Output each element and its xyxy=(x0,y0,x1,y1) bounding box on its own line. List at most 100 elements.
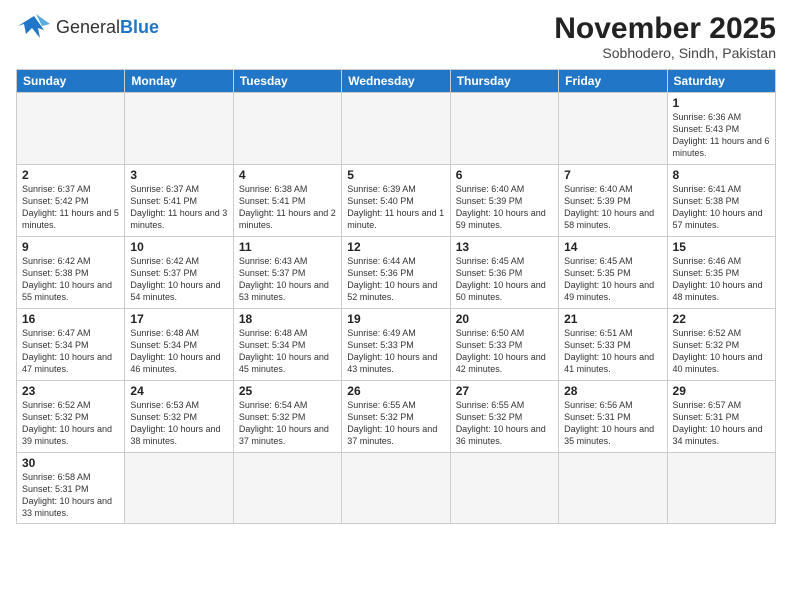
table-row xyxy=(233,453,341,524)
calendar-week-row: 9Sunrise: 6:42 AMSunset: 5:38 PMDaylight… xyxy=(17,237,776,309)
table-row xyxy=(450,453,558,524)
calendar-week-row: 1Sunrise: 6:36 AMSunset: 5:43 PMDaylight… xyxy=(17,93,776,165)
table-row: 19Sunrise: 6:49 AMSunset: 5:33 PMDayligh… xyxy=(342,309,450,381)
calendar-week-row: 16Sunrise: 6:47 AMSunset: 5:34 PMDayligh… xyxy=(17,309,776,381)
table-row: 9Sunrise: 6:42 AMSunset: 5:38 PMDaylight… xyxy=(17,237,125,309)
day-number: 2 xyxy=(22,168,119,182)
day-number: 7 xyxy=(564,168,661,182)
table-row xyxy=(342,93,450,165)
day-number: 23 xyxy=(22,384,119,398)
table-row: 30Sunrise: 6:58 AMSunset: 5:31 PMDayligh… xyxy=(17,453,125,524)
day-number: 16 xyxy=(22,312,119,326)
table-row: 28Sunrise: 6:56 AMSunset: 5:31 PMDayligh… xyxy=(559,381,667,453)
table-row: 2Sunrise: 6:37 AMSunset: 5:42 PMDaylight… xyxy=(17,165,125,237)
table-row xyxy=(559,453,667,524)
table-row xyxy=(17,93,125,165)
day-info: Sunrise: 6:36 AMSunset: 5:43 PMDaylight:… xyxy=(673,111,770,160)
day-number: 26 xyxy=(347,384,444,398)
day-info: Sunrise: 6:48 AMSunset: 5:34 PMDaylight:… xyxy=(239,327,336,376)
table-row: 27Sunrise: 6:55 AMSunset: 5:32 PMDayligh… xyxy=(450,381,558,453)
calendar-header-row: Sunday Monday Tuesday Wednesday Thursday… xyxy=(17,70,776,93)
table-row: 6Sunrise: 6:40 AMSunset: 5:39 PMDaylight… xyxy=(450,165,558,237)
day-number: 8 xyxy=(673,168,770,182)
day-info: Sunrise: 6:47 AMSunset: 5:34 PMDaylight:… xyxy=(22,327,119,376)
table-row xyxy=(125,93,233,165)
day-info: Sunrise: 6:42 AMSunset: 5:38 PMDaylight:… xyxy=(22,255,119,304)
day-number: 13 xyxy=(456,240,553,254)
day-info: Sunrise: 6:40 AMSunset: 5:39 PMDaylight:… xyxy=(564,183,661,232)
day-number: 27 xyxy=(456,384,553,398)
table-row: 12Sunrise: 6:44 AMSunset: 5:36 PMDayligh… xyxy=(342,237,450,309)
table-row: 5Sunrise: 6:39 AMSunset: 5:40 PMDaylight… xyxy=(342,165,450,237)
day-info: Sunrise: 6:37 AMSunset: 5:42 PMDaylight:… xyxy=(22,183,119,232)
title-block: November 2025 Sobhodero, Sindh, Pakistan xyxy=(554,12,776,61)
table-row: 21Sunrise: 6:51 AMSunset: 5:33 PMDayligh… xyxy=(559,309,667,381)
day-info: Sunrise: 6:43 AMSunset: 5:37 PMDaylight:… xyxy=(239,255,336,304)
table-row: 1Sunrise: 6:36 AMSunset: 5:43 PMDaylight… xyxy=(667,93,775,165)
day-number: 3 xyxy=(130,168,227,182)
day-number: 9 xyxy=(22,240,119,254)
day-info: Sunrise: 6:45 AMSunset: 5:35 PMDaylight:… xyxy=(564,255,661,304)
table-row: 26Sunrise: 6:55 AMSunset: 5:32 PMDayligh… xyxy=(342,381,450,453)
day-info: Sunrise: 6:39 AMSunset: 5:40 PMDaylight:… xyxy=(347,183,444,232)
day-info: Sunrise: 6:48 AMSunset: 5:34 PMDaylight:… xyxy=(130,327,227,376)
table-row: 7Sunrise: 6:40 AMSunset: 5:39 PMDaylight… xyxy=(559,165,667,237)
table-row: 8Sunrise: 6:41 AMSunset: 5:38 PMDaylight… xyxy=(667,165,775,237)
col-sunday: Sunday xyxy=(17,70,125,93)
day-info: Sunrise: 6:53 AMSunset: 5:32 PMDaylight:… xyxy=(130,399,227,448)
table-row: 23Sunrise: 6:52 AMSunset: 5:32 PMDayligh… xyxy=(17,381,125,453)
main-title: November 2025 xyxy=(554,12,776,45)
table-row: 14Sunrise: 6:45 AMSunset: 5:35 PMDayligh… xyxy=(559,237,667,309)
table-row: 24Sunrise: 6:53 AMSunset: 5:32 PMDayligh… xyxy=(125,381,233,453)
day-number: 29 xyxy=(673,384,770,398)
day-number: 22 xyxy=(673,312,770,326)
day-info: Sunrise: 6:50 AMSunset: 5:33 PMDaylight:… xyxy=(456,327,553,376)
day-info: Sunrise: 6:58 AMSunset: 5:31 PMDaylight:… xyxy=(22,471,119,520)
table-row: 15Sunrise: 6:46 AMSunset: 5:35 PMDayligh… xyxy=(667,237,775,309)
day-number: 24 xyxy=(130,384,227,398)
day-number: 5 xyxy=(347,168,444,182)
page: GeneralBlue November 2025 Sobhodero, Sin… xyxy=(0,0,792,612)
table-row: 29Sunrise: 6:57 AMSunset: 5:31 PMDayligh… xyxy=(667,381,775,453)
day-number: 21 xyxy=(564,312,661,326)
day-info: Sunrise: 6:55 AMSunset: 5:32 PMDaylight:… xyxy=(456,399,553,448)
day-number: 17 xyxy=(130,312,227,326)
table-row: 20Sunrise: 6:50 AMSunset: 5:33 PMDayligh… xyxy=(450,309,558,381)
col-monday: Monday xyxy=(125,70,233,93)
day-info: Sunrise: 6:45 AMSunset: 5:36 PMDaylight:… xyxy=(456,255,553,304)
table-row: 16Sunrise: 6:47 AMSunset: 5:34 PMDayligh… xyxy=(17,309,125,381)
table-row xyxy=(450,93,558,165)
day-info: Sunrise: 6:40 AMSunset: 5:39 PMDaylight:… xyxy=(456,183,553,232)
day-info: Sunrise: 6:44 AMSunset: 5:36 PMDaylight:… xyxy=(347,255,444,304)
table-row: 25Sunrise: 6:54 AMSunset: 5:32 PMDayligh… xyxy=(233,381,341,453)
table-row: 22Sunrise: 6:52 AMSunset: 5:32 PMDayligh… xyxy=(667,309,775,381)
table-row: 11Sunrise: 6:43 AMSunset: 5:37 PMDayligh… xyxy=(233,237,341,309)
day-info: Sunrise: 6:37 AMSunset: 5:41 PMDaylight:… xyxy=(130,183,227,232)
table-row: 17Sunrise: 6:48 AMSunset: 5:34 PMDayligh… xyxy=(125,309,233,381)
day-number: 19 xyxy=(347,312,444,326)
day-number: 6 xyxy=(456,168,553,182)
col-thursday: Thursday xyxy=(450,70,558,93)
day-number: 10 xyxy=(130,240,227,254)
day-number: 18 xyxy=(239,312,336,326)
table-row xyxy=(342,453,450,524)
col-tuesday: Tuesday xyxy=(233,70,341,93)
col-friday: Friday xyxy=(559,70,667,93)
day-number: 28 xyxy=(564,384,661,398)
day-number: 25 xyxy=(239,384,336,398)
calendar-table: Sunday Monday Tuesday Wednesday Thursday… xyxy=(16,69,776,524)
table-row: 18Sunrise: 6:48 AMSunset: 5:34 PMDayligh… xyxy=(233,309,341,381)
table-row xyxy=(125,453,233,524)
day-info: Sunrise: 6:52 AMSunset: 5:32 PMDaylight:… xyxy=(22,399,119,448)
day-info: Sunrise: 6:56 AMSunset: 5:31 PMDaylight:… xyxy=(564,399,661,448)
day-number: 30 xyxy=(22,456,119,470)
day-info: Sunrise: 6:46 AMSunset: 5:35 PMDaylight:… xyxy=(673,255,770,304)
day-number: 20 xyxy=(456,312,553,326)
day-number: 1 xyxy=(673,96,770,110)
calendar-week-row: 30Sunrise: 6:58 AMSunset: 5:31 PMDayligh… xyxy=(17,453,776,524)
col-saturday: Saturday xyxy=(667,70,775,93)
calendar-week-row: 23Sunrise: 6:52 AMSunset: 5:32 PMDayligh… xyxy=(17,381,776,453)
table-row xyxy=(667,453,775,524)
day-info: Sunrise: 6:54 AMSunset: 5:32 PMDaylight:… xyxy=(239,399,336,448)
day-info: Sunrise: 6:55 AMSunset: 5:32 PMDaylight:… xyxy=(347,399,444,448)
